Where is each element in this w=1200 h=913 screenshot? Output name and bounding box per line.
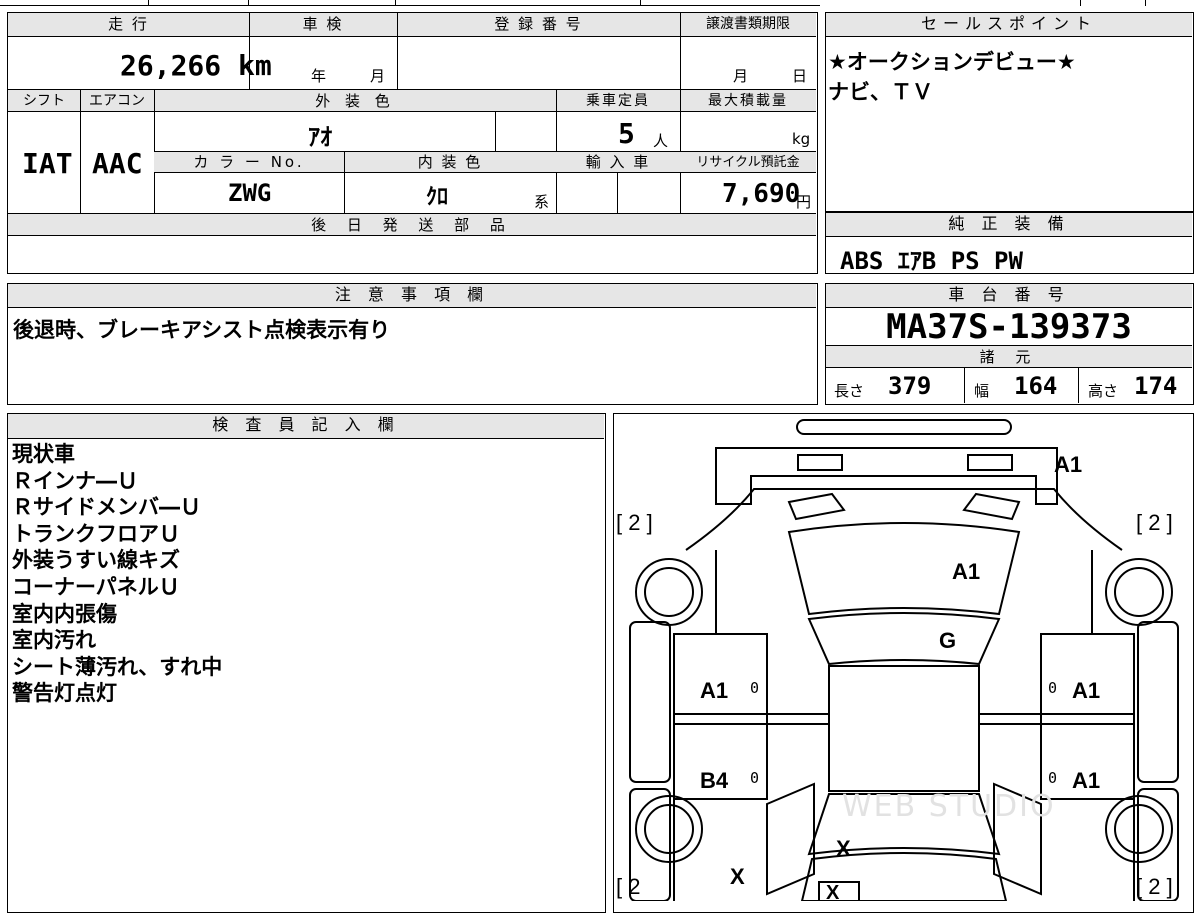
height-value: 174 <box>1134 372 1178 400</box>
import-label: 輸 入 車 <box>556 152 680 173</box>
chassis-number-label: 車 台 番 号 <box>826 284 1192 308</box>
left-front-door-mark: A1 <box>700 678 729 703</box>
color-no-value: ZWG <box>228 179 272 207</box>
capacity-label: 乗車定員 <box>556 90 680 112</box>
recycle-label: リサイクル預託金 <box>680 152 816 173</box>
door-mark: 0 <box>1048 679 1058 697</box>
transfer-month-unit: 月 <box>733 67 749 85</box>
vehicle-info-table: 走 行 車 検 登 録 番 号 譲渡書類期限 26,266 km 年 月 月 日… <box>7 12 818 274</box>
windshield-mark: G <box>939 628 957 653</box>
interior-color-value: ｸﾛ <box>426 185 449 210</box>
capacity-value: 5 <box>618 117 635 150</box>
inspector-note: 現状車 <box>12 442 75 466</box>
chassis-box: 車 台 番 号 MA37S-139373 諸 元 長さ 379 幅 164 高さ… <box>825 283 1194 405</box>
door-mark: 0 <box>1048 769 1058 787</box>
top-stripe <box>0 0 1200 8</box>
specs-label: 諸 元 <box>826 346 1192 368</box>
max-load-unit: kg <box>792 130 811 148</box>
rear-bumper-mark: X <box>826 882 840 904</box>
hood-mark: A1 <box>952 559 981 584</box>
shaken-year-unit: 年 <box>311 67 327 85</box>
right-front-door-mark: A1 <box>1072 678 1101 703</box>
chassis-number-value: MA37S-139373 <box>886 307 1132 347</box>
length-value: 379 <box>888 372 932 400</box>
interior-suffix: 系 <box>534 193 550 211</box>
inspector-label: 検 査 員 記 入 欄 <box>8 414 604 439</box>
exterior-color-label: 外 装 色 <box>154 90 556 112</box>
left-rear-quarter-mark: X <box>730 864 745 889</box>
inspector-notes-list: 現状車 Ｒインナ―Ｕ Ｒサイドメンバ―Ｕ トランクフロアＵ 外装うすい線キズ コ… <box>12 441 222 707</box>
watermark: WEB STUDIO <box>842 789 1056 824</box>
rear-hatch-mark: X <box>836 836 851 861</box>
sales-point-item: ★オークションデビュー★ <box>828 50 1076 74</box>
shaken-label: 車 検 <box>249 13 397 37</box>
inspector-note: トランクフロアＵ <box>12 521 180 546</box>
inspector-note: 室内汚れ <box>12 628 96 653</box>
color-no-label: カ ラ ー No. <box>154 152 344 173</box>
inspector-note: コーナーパネルＵ <box>12 574 180 599</box>
recycle-unit: 円 <box>796 193 812 211</box>
tire-right-top: [ 2 ] <box>1136 510 1173 535</box>
transfer-day-unit: 日 <box>792 67 808 85</box>
tire-left-bottom: [ 2 <box>616 874 641 899</box>
max-load-label: 最大積載量 <box>680 90 816 112</box>
mileage-value: 26,266 km <box>120 49 272 82</box>
notes-label: 注 意 事 項 欄 <box>8 284 816 308</box>
shift-label: シフト <box>8 90 80 112</box>
sales-point-list: ★オークションデビュー★ ナビ、ＴＶ <box>828 47 1076 107</box>
later-parts-label: 後 日 発 送 部 品 <box>8 214 816 236</box>
inspector-note: 警告灯点灯 <box>12 681 117 706</box>
aircon-label: エアコン <box>80 90 154 112</box>
recycle-fee-value: 7,690 <box>722 179 801 209</box>
genuine-equipment-label: 純 正 装 備 <box>826 213 1192 237</box>
inspector-note: 外装うすい線キズ <box>12 548 180 573</box>
shift-value: IAT <box>22 147 73 180</box>
exterior-color-value: ｱｵ <box>308 123 332 151</box>
left-rear-door-mark: B4 <box>700 768 729 793</box>
inspector-note: シート薄汚れ、すれ中 <box>12 654 223 679</box>
mileage-label: 走 行 <box>8 13 249 37</box>
car-diagram <box>629 419 1179 901</box>
right-rear-door-mark: A1 <box>1072 768 1101 793</box>
shaken-month-unit: 月 <box>370 67 386 85</box>
inspector-note: Ｒインナ―Ｕ <box>12 468 138 493</box>
tire-right-bottom: [ 2 ] <box>1136 874 1173 899</box>
width-label: 幅 <box>974 382 990 400</box>
damage-diagram-box: [ 2 ] [ 2 ] [ 2 [ 2 ] A1 A1 G A1 B4 A1 A… <box>613 413 1194 913</box>
height-label: 高さ <box>1088 382 1119 400</box>
aircon-value: AAC <box>92 147 143 180</box>
transfer-deadline-label: 譲渡書類期限 <box>680 13 816 37</box>
inspector-note: Ｒサイドメンバ―Ｕ <box>12 495 201 520</box>
inspector-note: 室内内張傷 <box>12 601 117 626</box>
door-mark: 0 <box>750 769 760 787</box>
front-bumper-mark: A1 <box>1054 452 1083 477</box>
interior-color-label: 内 装 色 <box>344 152 556 173</box>
inspector-notes-box: 検 査 員 記 入 欄 現状車 Ｒインナ―Ｕ Ｒサイドメンバ―Ｕ トランクフロア… <box>7 413 606 913</box>
door-mark: 0 <box>750 679 760 697</box>
genuine-equipment-box: 純 正 装 備 ABS ｴｱB PS PW <box>825 212 1194 275</box>
notes-text: 後退時、ブレーキアシスト点検表示有り <box>13 318 391 342</box>
genuine-equipment-value: ABS ｴｱB PS PW <box>840 247 1023 275</box>
sales-point-label: セールスポイント <box>826 13 1192 37</box>
width-value: 164 <box>1014 372 1058 400</box>
length-label: 長さ <box>834 382 865 400</box>
sales-point-box: セールスポイント ★オークションデビュー★ ナビ、ＴＶ <box>825 12 1194 212</box>
registration-label: 登 録 番 号 <box>397 13 680 37</box>
notes-box: 注 意 事 項 欄 後退時、ブレーキアシスト点検表示有り <box>7 283 818 405</box>
tire-left-top: [ 2 ] <box>616 510 653 535</box>
sales-point-item: ナビ、ＴＶ <box>828 80 933 104</box>
capacity-unit: 人 <box>653 132 669 150</box>
